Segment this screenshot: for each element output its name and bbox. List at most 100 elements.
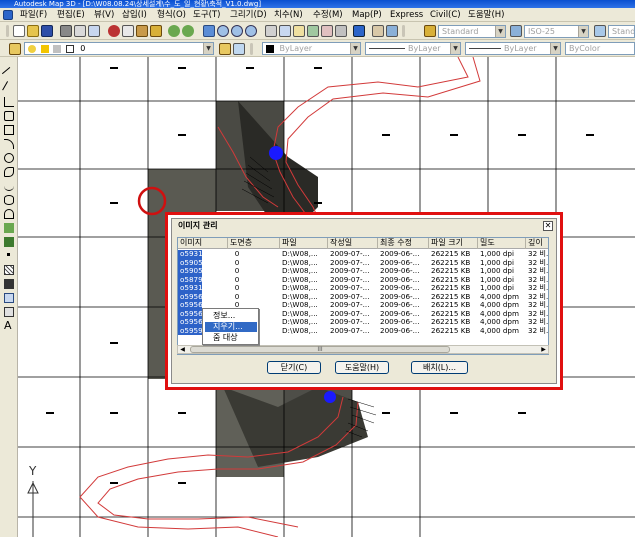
insert-block-icon[interactable] (4, 223, 14, 233)
toolbar-grip[interactable] (250, 43, 253, 55)
circle-icon[interactable] (4, 153, 14, 163)
menu-item-zoom-to[interactable]: 줌 대상 (205, 333, 257, 343)
column-header-layer[interactable]: 도면층 (228, 238, 280, 249)
table-row[interactable]: o59054 0 D:\W08,... 2009-07-... 2009-06-... 2… (178, 267, 548, 276)
new-icon[interactable] (13, 25, 25, 37)
cut-icon[interactable] (108, 25, 120, 37)
xline-icon[interactable] (2, 81, 16, 95)
marker-point[interactable] (324, 391, 336, 403)
dim-style-combo[interactable]: ISO-25 ▼ (524, 25, 589, 38)
chevron-down-icon[interactable]: ▼ (450, 43, 460, 54)
copy-icon[interactable] (122, 25, 134, 37)
menu-modify[interactable]: 수정(M) (313, 9, 343, 21)
menu-format[interactable]: 형식(O) (157, 9, 186, 21)
zoom-previous-icon[interactable] (245, 25, 257, 37)
column-header-modified[interactable]: 최종 수정 (378, 238, 429, 249)
table-row[interactable]: o59310 0 D:\W08,... 2009-07-... 2009-06-... 2… (178, 250, 548, 259)
plot-preview-icon[interactable] (74, 25, 86, 37)
text-style-icon[interactable] (424, 25, 436, 37)
design-center-icon[interactable] (279, 25, 291, 37)
menu-edit[interactable]: 편집(E) (57, 9, 85, 21)
hatch-icon[interactable] (4, 265, 14, 275)
menu-file[interactable]: 파일(F) (20, 9, 47, 21)
line-icon[interactable] (1, 66, 17, 82)
app-icon[interactable] (3, 10, 13, 20)
markup-icon[interactable] (321, 25, 333, 37)
linetype-combo[interactable]: ByLayer ▼ (365, 42, 461, 55)
menu-insert[interactable]: 삽입(I) (122, 9, 147, 21)
menu-map[interactable]: Map(P) (352, 9, 382, 21)
menu-item-details[interactable]: 정보... (205, 311, 257, 321)
table-row[interactable]: o59311 0 D:\W08,... 2009-07-... 2009-06-... 2… (178, 284, 548, 293)
help-icon[interactable] (353, 25, 365, 37)
publish-icon[interactable] (88, 25, 100, 37)
arc-icon[interactable] (4, 139, 14, 149)
revcloud-icon[interactable] (4, 167, 14, 177)
toolbar-grip[interactable] (402, 25, 405, 37)
toolbar-grip[interactable] (6, 25, 9, 37)
menu-draw[interactable]: 그리기(D) (230, 9, 267, 21)
chevron-down-icon[interactable]: ▼ (203, 43, 213, 54)
color-combo[interactable]: ByLayer ▼ (262, 42, 361, 55)
text-style-combo[interactable]: Standard ▼ (438, 25, 506, 38)
ellipse-icon[interactable] (4, 195, 14, 205)
table-icon[interactable] (4, 307, 14, 317)
spline-icon[interactable] (4, 181, 14, 191)
layer-properties-icon[interactable] (9, 43, 21, 55)
point-icon[interactable] (7, 253, 10, 256)
close-icon[interactable]: ✕ (543, 221, 553, 231)
chevron-down-icon[interactable]: ▼ (350, 43, 360, 54)
column-header-image[interactable]: 이미지 (178, 238, 228, 249)
open-icon[interactable] (27, 25, 39, 37)
mtext-icon[interactable]: A (4, 320, 14, 331)
scroll-left-icon[interactable]: ◀ (178, 346, 187, 353)
chevron-down-icon[interactable]: ▼ (495, 26, 505, 37)
calculator-icon[interactable] (335, 25, 347, 37)
chevron-down-icon[interactable]: ▼ (550, 43, 560, 54)
place-button[interactable]: 배치(L)... (411, 361, 468, 374)
polygon-icon[interactable] (4, 111, 14, 121)
horizontal-scrollbar[interactable]: ◀ III ▶ (177, 345, 549, 354)
layer-combo[interactable]: 0 ▼ (24, 42, 214, 55)
close-button[interactable]: 닫기(C) (267, 361, 321, 374)
paste-icon[interactable] (136, 25, 148, 37)
match-properties-icon[interactable] (150, 25, 162, 37)
column-header-depth[interactable]: 깊이 (526, 238, 548, 249)
dbconnect-icon[interactable] (386, 25, 398, 37)
table-row[interactable]: o59055 0 D:\W08,... 2009-07-... 2009-06-... 2… (178, 258, 548, 267)
column-header-file[interactable]: 파일 (280, 238, 328, 249)
ellipse-arc-icon[interactable] (4, 209, 14, 219)
polyline-icon[interactable] (4, 97, 14, 107)
rectangle-icon[interactable] (4, 125, 14, 135)
help-button[interactable]: 도움말(H) (335, 361, 389, 374)
column-header-created[interactable]: 작성일 (328, 238, 378, 249)
region-icon[interactable] (4, 293, 14, 303)
print-icon[interactable] (60, 25, 72, 37)
menu-tools[interactable]: 도구(T) (193, 9, 220, 21)
chevron-down-icon[interactable]: ▼ (578, 26, 588, 37)
table-row[interactable]: o59568 0 D:\W08,... 2009-07-... 2009-06-... 2… (178, 292, 548, 301)
table-row[interactable]: o58799 0 D:\W08,... 2009-07-... 2009-06-... 2… (178, 275, 548, 284)
menu-dimension[interactable]: 치수(N) (274, 9, 303, 21)
layer-previous-icon[interactable] (233, 43, 245, 55)
pan-icon[interactable] (203, 25, 215, 37)
make-current-icon[interactable] (219, 43, 231, 55)
properties-icon[interactable] (265, 25, 277, 37)
save-icon[interactable] (41, 25, 53, 37)
lineweight-combo[interactable]: ByLayer ▼ (465, 42, 561, 55)
make-block-icon[interactable] (4, 237, 14, 247)
zoom-realtime-icon[interactable] (217, 25, 229, 37)
zoom-window-icon[interactable] (231, 25, 243, 37)
menu-civil[interactable]: Civil(C) (430, 9, 461, 21)
dim-style-icon[interactable] (510, 25, 522, 37)
table-style-combo[interactable]: Standa (608, 25, 635, 38)
menu-help[interactable]: 도움말(H) (468, 9, 504, 21)
table-style-icon[interactable] (594, 25, 606, 37)
plot-style-combo[interactable]: ByColor (565, 42, 635, 55)
tool-palettes-icon[interactable] (293, 25, 305, 37)
column-header-filesize[interactable]: 파일 크기 (429, 238, 478, 249)
scroll-right-icon[interactable]: ▶ (539, 346, 548, 353)
menu-item-delete[interactable]: 지우기... (205, 322, 257, 332)
map-icon[interactable] (372, 25, 384, 37)
marker-point[interactable] (269, 146, 283, 160)
